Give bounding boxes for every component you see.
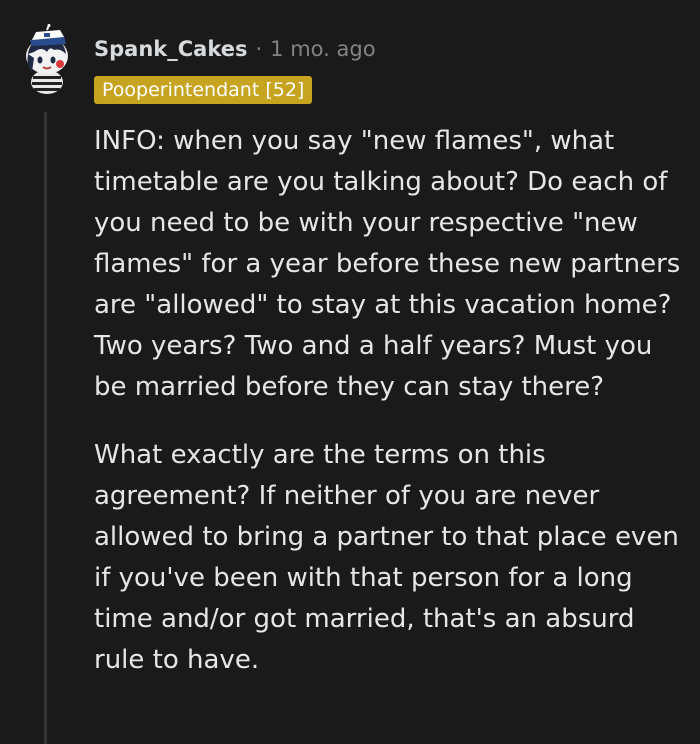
comment-body: INFO: when you say "new flames", what ti…: [94, 121, 684, 681]
comment-header: Spank_Cakes · 1 mo. ago: [94, 34, 376, 64]
comment-timestamp[interactable]: 1 mo. ago: [270, 37, 375, 61]
comment: Spank_Cakes · 1 mo. ago Pooperintendant …: [0, 0, 700, 744]
user-flair-badge: Pooperintendant [52]: [94, 76, 313, 104]
user-avatar-icon[interactable]: [20, 24, 74, 96]
comment-paragraph: What exactly are the terms on this agree…: [94, 440, 679, 675]
thread-collapse-line[interactable]: [44, 112, 47, 744]
separator-dot: ·: [255, 37, 263, 61]
comment-paragraph: INFO: when you say "new flames", what ti…: [94, 126, 681, 402]
username-link[interactable]: Spank_Cakes: [94, 37, 247, 61]
